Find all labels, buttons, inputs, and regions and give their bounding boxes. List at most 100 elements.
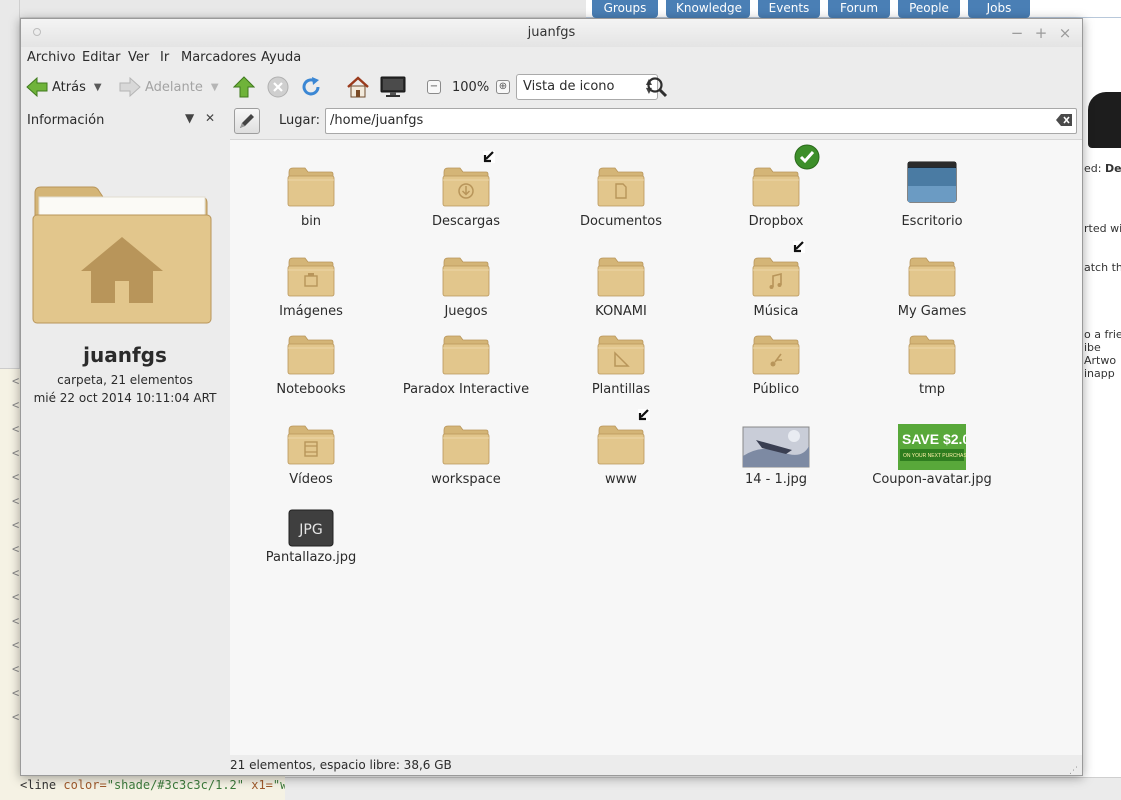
background-bottom-bar bbox=[285, 777, 1121, 800]
file-item-label: Dropbox bbox=[748, 214, 804, 229]
menu-marcadores[interactable]: Marcadores bbox=[181, 50, 256, 65]
edit-location-button[interactable] bbox=[234, 108, 260, 134]
synced-check-emblem-icon bbox=[794, 144, 820, 170]
file-item-label: My Games bbox=[897, 304, 967, 319]
close-button[interactable]: × bbox=[1055, 23, 1075, 43]
nav-tab-people[interactable]: People bbox=[898, 0, 960, 18]
home-button[interactable] bbox=[346, 73, 370, 101]
zoom-value: 100% bbox=[452, 79, 490, 95]
file-item-dropbox[interactable]: Dropbox bbox=[701, 144, 851, 229]
forward-history-dropdown-icon[interactable]: ▼ bbox=[211, 82, 219, 93]
file-item-icon bbox=[436, 151, 496, 212]
zoom-out-button[interactable]: − bbox=[427, 73, 441, 101]
file-item-m-sica[interactable]: Música bbox=[701, 241, 851, 319]
file-item-label: workspace bbox=[431, 472, 501, 487]
file-item-label: Notebooks bbox=[276, 382, 346, 397]
file-item-konami[interactable]: KONAMI bbox=[546, 246, 696, 319]
file-item-label: Vídeos bbox=[289, 472, 333, 487]
menu-editar[interactable]: Editar bbox=[82, 50, 121, 65]
file-item-notebooks[interactable]: Notebooks bbox=[236, 324, 386, 397]
page-text-fragment: o a frie bbox=[1084, 328, 1121, 341]
file-item-pantallazo-jpg[interactable]: JPG Pantallazo.jpg bbox=[236, 492, 386, 565]
file-item-icon bbox=[281, 414, 341, 470]
svg-text:ON YOUR NEXT PURCHASE OF HEALT: ON YOUR NEXT PURCHASE OF HEALTHY DELIGHT… bbox=[903, 453, 966, 459]
up-button[interactable] bbox=[233, 73, 255, 101]
folder-icon bbox=[597, 335, 645, 375]
nav-tab-events[interactable]: Events bbox=[758, 0, 820, 18]
file-item-escritorio[interactable]: Escritorio bbox=[857, 156, 1007, 229]
folder-icon bbox=[908, 257, 956, 297]
nav-tab-forum[interactable]: Forum bbox=[828, 0, 890, 18]
file-item-coupon-avatar-jpg[interactable]: SAVE $2.00 ON YOUR NEXT PURCHASE OF HEALT… bbox=[857, 414, 1007, 487]
folder-icon bbox=[287, 257, 335, 297]
symlink-emblem-icon bbox=[638, 409, 650, 421]
location-bar: Lugar: /home/juanfgs bbox=[230, 105, 1082, 139]
folder-icon bbox=[597, 167, 645, 207]
menu-ayuda[interactable]: Ayuda bbox=[261, 50, 301, 65]
sidebar-title[interactable]: Información bbox=[27, 113, 104, 128]
file-item-label: bin bbox=[300, 214, 322, 229]
jpg-file-icon: JPG bbox=[288, 509, 334, 547]
view-mode-value: Vista de icono bbox=[523, 79, 615, 94]
location-label: Lugar: bbox=[279, 113, 320, 128]
file-item-tmp[interactable]: tmp bbox=[857, 324, 1007, 397]
view-mode-select[interactable]: Vista de icono ▲ ▼ bbox=[516, 74, 658, 100]
file-item-documentos[interactable]: Documentos bbox=[546, 156, 696, 229]
minimize-button[interactable]: − bbox=[1007, 23, 1027, 43]
file-item-label: KONAMI bbox=[595, 304, 647, 319]
file-icon-view[interactable]: bin Descargas Documentos Dropbox Escritorio I… bbox=[230, 139, 1082, 755]
zoom-in-button[interactable]: ⊕ bbox=[496, 73, 510, 101]
file-item-label: Coupon-avatar.jpg bbox=[872, 472, 992, 487]
sidebar-close-icon[interactable]: ✕ bbox=[205, 111, 215, 125]
search-icon bbox=[647, 77, 668, 98]
file-item-plantillas[interactable]: Plantillas bbox=[546, 324, 696, 397]
background-site-navbar: Groups Knowledge Events Forum People Job… bbox=[586, 0, 1121, 18]
search-button[interactable] bbox=[646, 73, 668, 101]
sidebar-dropdown-icon[interactable]: ▼ bbox=[185, 111, 194, 125]
file-item-icon bbox=[281, 324, 341, 380]
computer-button[interactable] bbox=[380, 73, 406, 101]
forward-button[interactable]: Adelante ▼ bbox=[119, 73, 219, 101]
menu-archivo[interactable]: Archivo bbox=[27, 50, 76, 65]
folder-icon bbox=[442, 167, 490, 207]
nav-tab-groups[interactable]: Groups bbox=[592, 0, 658, 18]
clear-location-icon[interactable] bbox=[1056, 114, 1072, 126]
file-item-14-1-jpg[interactable]: 14 - 1.jpg bbox=[701, 414, 851, 487]
forward-arrow-icon bbox=[119, 77, 141, 97]
nav-tab-jobs[interactable]: Jobs bbox=[968, 0, 1030, 18]
location-input[interactable]: /home/juanfgs bbox=[325, 108, 1077, 134]
file-item-im-genes[interactable]: Imágenes bbox=[236, 246, 386, 319]
file-item-icon bbox=[436, 324, 496, 380]
reload-button[interactable] bbox=[300, 73, 322, 101]
background-avatar bbox=[1088, 92, 1121, 148]
file-item-label: tmp bbox=[918, 382, 945, 397]
resize-grip-icon[interactable]: ⋰ bbox=[1069, 761, 1078, 781]
maximize-button[interactable]: + bbox=[1031, 23, 1051, 43]
file-item-p-blico[interactable]: Público bbox=[701, 324, 851, 397]
back-label: Atrás bbox=[52, 79, 86, 95]
file-item-www[interactable]: www bbox=[546, 409, 696, 487]
file-item-workspace[interactable]: workspace bbox=[391, 414, 541, 487]
file-item-icon bbox=[902, 156, 962, 212]
menu-ver[interactable]: Ver bbox=[128, 50, 149, 65]
file-item-icon: JPG bbox=[275, 492, 347, 548]
svg-text:JPG: JPG bbox=[298, 522, 322, 538]
back-history-dropdown-icon[interactable]: ▼ bbox=[94, 82, 102, 93]
file-item-icon bbox=[591, 409, 651, 470]
file-item-descargas[interactable]: Descargas bbox=[391, 151, 541, 229]
file-item-v-deos[interactable]: Vídeos bbox=[236, 414, 386, 487]
editor-code-line[interactable]: <line color="shade/#3c3c3c/1.2" x1="wi bbox=[20, 778, 295, 792]
file-item-my-games[interactable]: My Games bbox=[857, 246, 1007, 319]
title-bar[interactable]: juanfgs − + × bbox=[21, 19, 1082, 47]
file-item-icon bbox=[740, 414, 812, 470]
page-text-fragment: atch the bbox=[1084, 261, 1121, 274]
menu-ir[interactable]: Ir bbox=[160, 50, 169, 65]
file-item-bin[interactable]: bin bbox=[236, 156, 386, 229]
stop-button[interactable] bbox=[267, 73, 289, 101]
file-item-paradox-interactive[interactable]: Paradox Interactive bbox=[391, 324, 541, 397]
background-window-strip bbox=[0, 0, 590, 18]
nav-tab-knowledge[interactable]: Knowledge bbox=[666, 0, 750, 18]
file-item-juegos[interactable]: Juegos bbox=[391, 246, 541, 319]
back-button[interactable]: Atrás ▼ bbox=[26, 73, 102, 101]
folder-icon bbox=[287, 425, 335, 465]
